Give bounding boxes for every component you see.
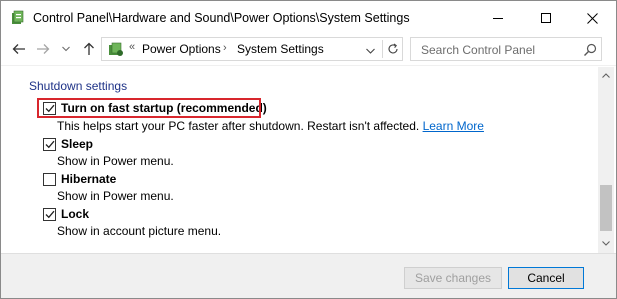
arrow-up-icon xyxy=(84,42,94,55)
breadcrumb-power-options[interactable]: Power Options xyxy=(142,42,221,56)
section-title: Shutdown settings xyxy=(29,79,128,93)
cancel-button[interactable]: Cancel xyxy=(508,267,584,289)
back-button[interactable] xyxy=(9,39,29,59)
sleep-description: Show in Power menu. xyxy=(57,154,174,168)
search-box[interactable]: Search Control Panel xyxy=(410,37,602,61)
lock-label[interactable]: Lock xyxy=(61,207,89,221)
chevron-down-icon xyxy=(62,46,70,52)
arrow-left-icon xyxy=(12,44,25,54)
breadcrumb-system-settings[interactable]: System Settings xyxy=(237,42,324,56)
scroll-up-button[interactable] xyxy=(598,67,614,83)
hibernate-checkbox[interactable] xyxy=(43,173,56,186)
vertical-scrollbar[interactable] xyxy=(598,67,614,253)
control-panel-window: Control Panel\Hardware and Sound\Power O… xyxy=(0,0,617,299)
scrollbar-thumb[interactable] xyxy=(600,185,612,231)
control-panel-icon xyxy=(12,10,24,24)
maximize-button[interactable] xyxy=(523,1,569,35)
close-icon xyxy=(586,12,598,24)
title-bar[interactable]: Control Panel\Hardware and Sound\Power O… xyxy=(1,1,616,35)
checkmark-icon xyxy=(45,140,54,149)
address-dropdown-button[interactable] xyxy=(366,43,375,57)
window-title: Control Panel\Hardware and Sound\Power O… xyxy=(33,11,410,25)
learn-more-link[interactable]: Learn More xyxy=(423,119,484,133)
forward-button[interactable] xyxy=(33,39,53,59)
breadcrumb-separator[interactable]: › xyxy=(223,42,227,54)
settings-content: Shutdown settings Turn on fast startup (… xyxy=(1,67,598,253)
dialog-footer: Save changes Cancel xyxy=(1,253,616,298)
arrow-right-icon xyxy=(37,44,50,54)
lock-checkbox[interactable] xyxy=(43,208,56,221)
refresh-button[interactable] xyxy=(382,40,402,58)
search-input[interactable]: Search Control Panel xyxy=(421,43,535,57)
navigation-bar: « Power Options › System Settings Search… xyxy=(1,35,616,63)
close-button[interactable] xyxy=(569,1,615,35)
address-overflow[interactable]: « xyxy=(129,41,135,53)
checkmark-icon xyxy=(45,210,54,219)
sleep-label[interactable]: Sleep xyxy=(61,137,93,151)
fast-startup-highlight-box xyxy=(37,98,261,118)
chevron-down-icon xyxy=(602,240,610,246)
search-icon[interactable] xyxy=(583,43,597,57)
hibernate-description: Show in Power menu. xyxy=(57,189,174,203)
save-changes-button[interactable]: Save changes xyxy=(404,267,502,289)
address-bar[interactable]: « Power Options › System Settings xyxy=(101,37,403,61)
chevron-up-icon xyxy=(602,72,610,78)
toolbar-divider xyxy=(1,65,616,66)
maximize-icon xyxy=(541,13,551,23)
hibernate-label[interactable]: Hibernate xyxy=(61,172,116,186)
minimize-icon xyxy=(493,17,503,19)
up-button[interactable] xyxy=(79,39,99,59)
chevron-down-icon xyxy=(366,48,375,54)
control-panel-icon xyxy=(109,42,123,56)
fast-startup-description-text: This helps start your PC faster after sh… xyxy=(57,119,420,133)
recent-locations-button[interactable] xyxy=(59,39,73,59)
refresh-icon xyxy=(387,43,398,54)
minimize-button[interactable] xyxy=(475,1,521,35)
sleep-checkbox[interactable] xyxy=(43,138,56,151)
scroll-down-button[interactable] xyxy=(598,235,614,251)
lock-description: Show in account picture menu. xyxy=(57,224,222,238)
fast-startup-description: This helps start your PC faster after sh… xyxy=(57,119,484,133)
